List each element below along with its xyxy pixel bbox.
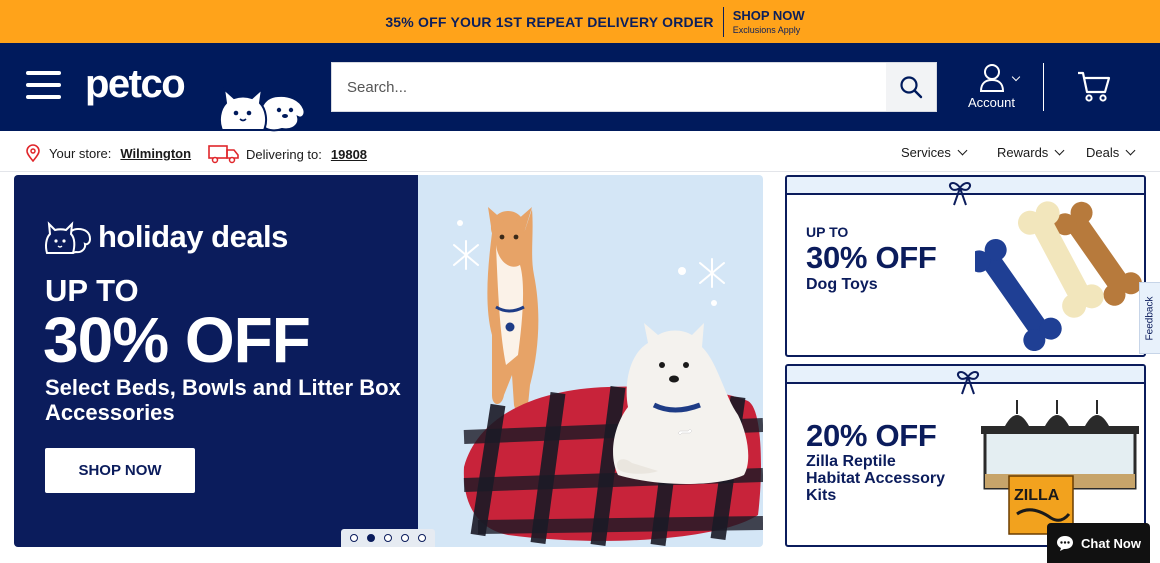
card-product: Dog Toys (806, 276, 878, 293)
delivery-selector[interactable]: Delivering to: 19808 (208, 144, 367, 164)
chevron-down-icon (1011, 72, 1021, 82)
carousel-dot-1[interactable] (350, 534, 359, 542)
hero-subtitle: Select Beds, Bowls and Litter Box Access… (45, 375, 401, 425)
card-discount: 20% OFF (806, 418, 937, 453)
hero-discount: 30% OFF (43, 304, 311, 376)
search-button[interactable] (886, 63, 936, 111)
search-icon (900, 76, 923, 99)
promo-card-dog-toys[interactable]: UP TO 30% OFF Dog Toys (785, 175, 1146, 357)
feedback-label: Feedback (1144, 296, 1156, 340)
card-discount: 30% OFF (806, 240, 937, 275)
pets-logo-icon (218, 86, 306, 132)
reptile-habitat-image: ZILLA (981, 400, 1139, 535)
card-upto: UP TO (806, 224, 849, 240)
nav-deals[interactable]: Deals (1086, 145, 1136, 160)
chevron-down-icon (1125, 145, 1136, 156)
deliver-label: Delivering to: (246, 146, 322, 162)
carousel-dot-4[interactable] (400, 534, 409, 542)
promo-shop-now-link[interactable]: SHOP NOW Exclusions Apply (733, 9, 805, 35)
promo-card-zilla[interactable]: 20% OFF Zilla Reptile Habitat Accessory … (785, 364, 1146, 547)
account-button[interactable]: Account (963, 62, 1023, 112)
hero-carousel[interactable]: holiday deals UP TO 30% OFF Select Beds,… (14, 175, 763, 547)
chevron-down-icon (957, 145, 968, 156)
location-pin-icon (26, 144, 40, 162)
nav-rewards[interactable]: Rewards (997, 145, 1065, 160)
account-label: Account (968, 95, 1015, 110)
nav-deals-label: Deals (1086, 145, 1120, 160)
card-product: Zilla Reptile Habitat Accessory Kits (806, 453, 946, 504)
user-icon (979, 64, 1005, 92)
carousel-pagination (341, 529, 435, 547)
carousel-dot-5[interactable] (417, 534, 426, 542)
promo-divider (722, 6, 724, 37)
promo-banner[interactable]: 35% OFF YOUR 1ST REPEAT DELIVERY ORDER S… (0, 0, 1160, 43)
hero-pet-image (453, 207, 763, 546)
cart-icon[interactable] (1077, 70, 1111, 102)
site-header: petco Account (0, 43, 1160, 132)
chevron-down-icon (1054, 145, 1065, 156)
store-name-link[interactable]: Wilmington (120, 146, 191, 161)
bow-icon (957, 371, 979, 395)
menu-icon[interactable] (26, 71, 61, 101)
bow-icon (949, 182, 971, 206)
chat-bubble-icon (1057, 536, 1074, 551)
petco-logo[interactable]: petco (85, 62, 186, 107)
promo-cta-label: SHOP NOW (732, 7, 805, 23)
search-bar (331, 62, 937, 112)
holiday-deals-brand: holiday deals (44, 219, 288, 255)
pets-logo-icon (45, 221, 92, 254)
store-selector[interactable]: Your store: Wilmington (25, 144, 191, 162)
nav-services-label: Services (901, 145, 951, 160)
chat-label: Chat Now (1081, 535, 1141, 551)
store-label: Your store: (49, 145, 112, 161)
zip-code-link[interactable]: 19808 (331, 147, 367, 162)
search-input[interactable] (332, 63, 886, 111)
hero-shop-now-button[interactable]: SHOP NOW (45, 448, 195, 493)
nav-services[interactable]: Services (901, 145, 968, 160)
feedback-tab[interactable]: Feedback (1139, 282, 1160, 354)
carousel-dot-2[interactable] (367, 534, 376, 542)
promo-cta-sub: Exclusions Apply (732, 24, 801, 35)
header-divider (1043, 63, 1044, 111)
zilla-brand-text: ZILLA (1014, 487, 1060, 504)
holiday-deals-title: holiday deals (98, 219, 288, 254)
delivery-truck-icon (208, 145, 239, 164)
promo-text: 35% OFF YOUR 1ST REPEAT DELIVERY ORDER (385, 13, 714, 30)
dog-toys-image (975, 201, 1142, 352)
chat-now-button[interactable]: Chat Now (1047, 523, 1150, 563)
hero-text-panel: holiday deals UP TO 30% OFF Select Beds,… (14, 175, 418, 547)
carousel-dot-3[interactable] (383, 534, 392, 542)
nav-rewards-label: Rewards (997, 145, 1049, 160)
store-nav-bar: Your store: Wilmington Delivering to: 19… (0, 131, 1160, 172)
